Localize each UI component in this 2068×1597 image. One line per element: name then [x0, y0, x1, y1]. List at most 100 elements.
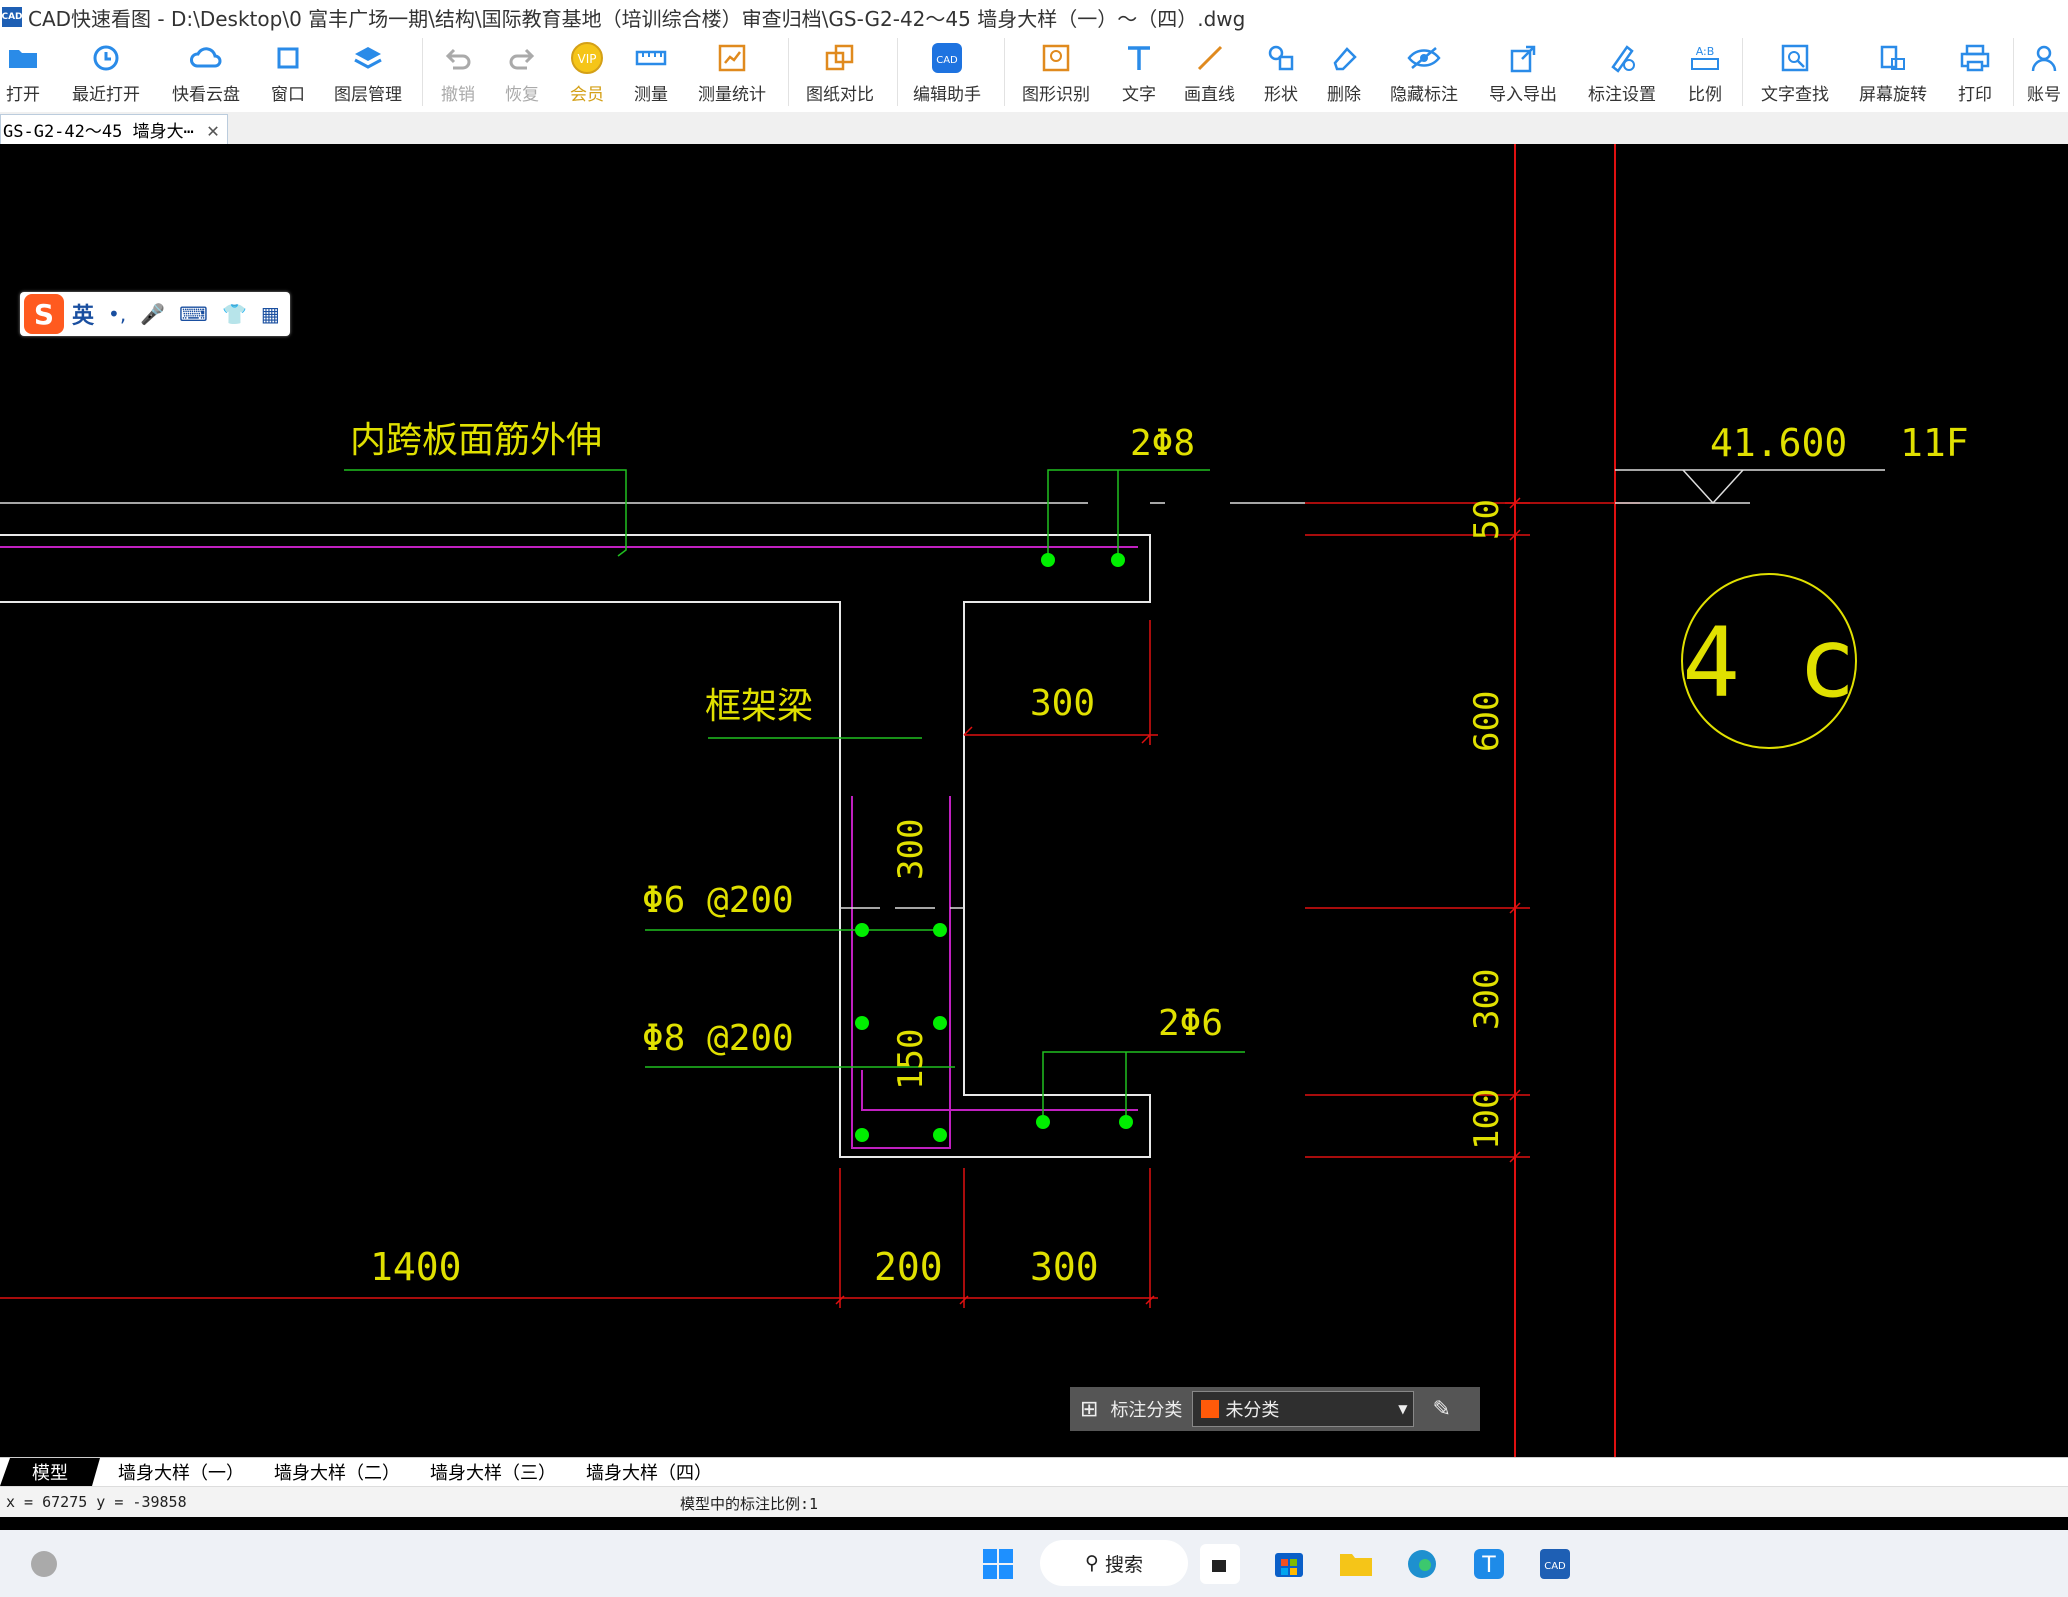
vip-icon: VIP	[569, 42, 605, 74]
draw-line-button[interactable]: 画直线	[1184, 42, 1235, 105]
annotation-category-value: 未分类	[1225, 1400, 1280, 1421]
shape-button[interactable]: 形状	[1264, 42, 1298, 105]
cloud-disk-button[interactable]: 快看云盘	[172, 42, 240, 105]
compare-icon	[824, 42, 856, 74]
rotate-screen-button[interactable]: 屏幕旋转	[1859, 42, 1927, 105]
frame-beam-label: 框架梁	[705, 686, 813, 727]
file-explorer-icon[interactable]	[1336, 1544, 1376, 1584]
print-button[interactable]: 打印	[1958, 42, 1992, 105]
measure-button[interactable]: 测量	[634, 42, 668, 105]
vip-button[interactable]: VIP 会员	[569, 42, 605, 105]
elevation-marker	[1682, 469, 1744, 505]
coordinates-readout: x = 67275 y = -39858	[6, 1493, 187, 1511]
text-search-button[interactable]: 文字查找	[1761, 42, 1829, 105]
bottom-bars-label: 2Φ6	[1158, 1003, 1223, 1044]
keyboard-icon[interactable]: ⌨	[179, 302, 208, 326]
text-button[interactable]: 文字	[1122, 42, 1156, 105]
dim-text: 150	[891, 1029, 931, 1090]
folder-icon	[7, 42, 39, 74]
svg-text:CAD: CAD	[936, 55, 958, 66]
text-icon	[1125, 42, 1153, 74]
task-view-icon[interactable]	[1200, 1544, 1240, 1584]
stirrup-label: Φ8 @200	[642, 1018, 794, 1059]
svg-text:A:B: A:B	[1696, 45, 1715, 58]
edit-assistant-button[interactable]: CAD 编辑助手	[913, 42, 981, 105]
sheet-tab[interactable]: 墙身大样（三）	[430, 1458, 556, 1486]
sheet-tab[interactable]: 墙身大样（一）	[118, 1458, 244, 1486]
dim-text: 1400	[370, 1245, 462, 1289]
document-tab[interactable]: GS-G2-42～45 墙身大⋯ ✕	[0, 114, 228, 144]
microphone-icon[interactable]: 🎤	[140, 302, 165, 326]
cad-viewer-taskbar-icon[interactable]: CAD	[1535, 1544, 1575, 1584]
undo-button[interactable]: 撤销	[441, 42, 475, 105]
annotation-category-label: 标注分类	[1110, 1400, 1183, 1421]
taskbar-search[interactable]: ⚲ 搜索	[1040, 1540, 1188, 1586]
shape-recognize-icon	[1041, 42, 1071, 74]
sheet-tab[interactable]: 墙身大样（四）	[586, 1458, 712, 1486]
scale-button[interactable]: A:B 比例	[1688, 42, 1722, 105]
separator	[788, 38, 789, 106]
import-export-button[interactable]: 导入导出	[1489, 42, 1557, 105]
weather-icon[interactable]	[24, 1544, 64, 1584]
measure-stats-button[interactable]: 测量统计	[698, 42, 766, 105]
edge-browser-icon[interactable]	[1402, 1544, 1442, 1584]
annotation-category-select[interactable]: 未分类 ▼	[1192, 1391, 1415, 1427]
svg-text:VIP: VIP	[578, 52, 597, 66]
annotation-category-panel: ⊞ 标注分类 未分类 ▼ ✎	[1070, 1387, 1480, 1431]
account-button[interactable]: 账号	[2027, 42, 2061, 105]
separator	[422, 38, 423, 106]
punctuation-icon[interactable]: •,	[108, 302, 126, 326]
window-icon	[274, 42, 302, 74]
annotation-settings-button[interactable]: 标注设置	[1588, 42, 1656, 105]
dim-text: 300	[891, 819, 931, 880]
ime-toolbar[interactable]: S 英 •, 🎤 ⌨ 👕 ▦	[20, 292, 290, 336]
shape-icon	[1266, 42, 1296, 74]
compare-button[interactable]: 图纸对比	[806, 42, 874, 105]
apps-grid-icon[interactable]: ▦	[261, 302, 280, 326]
sheet-tab-model[interactable]: 模型	[0, 1458, 100, 1486]
title-bar: CAD CAD快速看图 - D:\Desktop\0 富丰广场一期\结构\国际教…	[0, 0, 2068, 34]
dimension-lines	[0, 497, 1640, 1308]
color-swatch	[1201, 1400, 1220, 1418]
edit-assistant-icon: CAD	[930, 42, 964, 74]
separator	[2013, 38, 2014, 106]
svg-text:T: T	[1481, 1553, 1496, 1578]
grid-icon[interactable]: ⊞	[1080, 1397, 1098, 1422]
shape-recognize-button[interactable]: 图形识别	[1022, 42, 1090, 105]
redo-button[interactable]: 恢复	[505, 42, 539, 105]
leader-line	[344, 469, 627, 557]
history-icon	[91, 42, 121, 74]
app-t-icon[interactable]: T	[1469, 1544, 1509, 1584]
sheet-tabs: 模型 墙身大样（一） 墙身大样（二） 墙身大样（三） 墙身大样（四）	[0, 1457, 2068, 1486]
store-icon[interactable]	[1269, 1544, 1309, 1584]
edit-icon[interactable]: ✎	[1432, 1397, 1450, 1422]
axis-label: 4 c	[1682, 607, 1855, 719]
window-button[interactable]: 窗口	[271, 42, 305, 105]
import-export-icon	[1508, 42, 1538, 74]
skin-icon[interactable]: 👕	[222, 302, 247, 326]
slab-rebar-label: 内跨板面筋外伸	[350, 420, 602, 461]
annotation-settings-icon	[1607, 42, 1637, 74]
sheet-tab[interactable]: 墙身大样（二）	[274, 1458, 400, 1486]
svg-text:CAD: CAD	[1544, 1561, 1566, 1572]
search-icon: ⚲	[1085, 1552, 1099, 1574]
chevron-down-icon: ▼	[1398, 1402, 1408, 1416]
hide-annotation-button[interactable]: 隐藏标注	[1390, 42, 1458, 105]
ime-language[interactable]: 英	[72, 298, 94, 330]
beam-outline	[0, 534, 1151, 1158]
close-icon[interactable]: ✕	[207, 118, 219, 142]
open-button[interactable]: 打开	[6, 42, 40, 105]
recent-open-button[interactable]: 最近打开	[72, 42, 140, 105]
separator	[897, 38, 898, 106]
window-title: CAD快速看图 - D:\Desktop\0 富丰广场一期\结构\国际教育基地（…	[28, 6, 1246, 31]
layer-manager-button[interactable]: 图层管理	[334, 42, 402, 105]
layers-icon	[353, 42, 383, 74]
separator	[1004, 38, 1005, 106]
rotate-screen-icon	[1878, 42, 1908, 74]
delete-button[interactable]: 删除	[1327, 42, 1361, 105]
eraser-icon	[1329, 42, 1359, 74]
drawing-canvas[interactable]: 内跨板面筋外伸 2Φ8 框架梁 300 Φ6 @200 Φ8 @200 2Φ6 …	[0, 144, 2068, 1457]
elevation-label: 41.600	[1710, 421, 1847, 465]
app-logo-icon: CAD	[1, 7, 23, 27]
windows-start-icon[interactable]	[978, 1544, 1018, 1584]
